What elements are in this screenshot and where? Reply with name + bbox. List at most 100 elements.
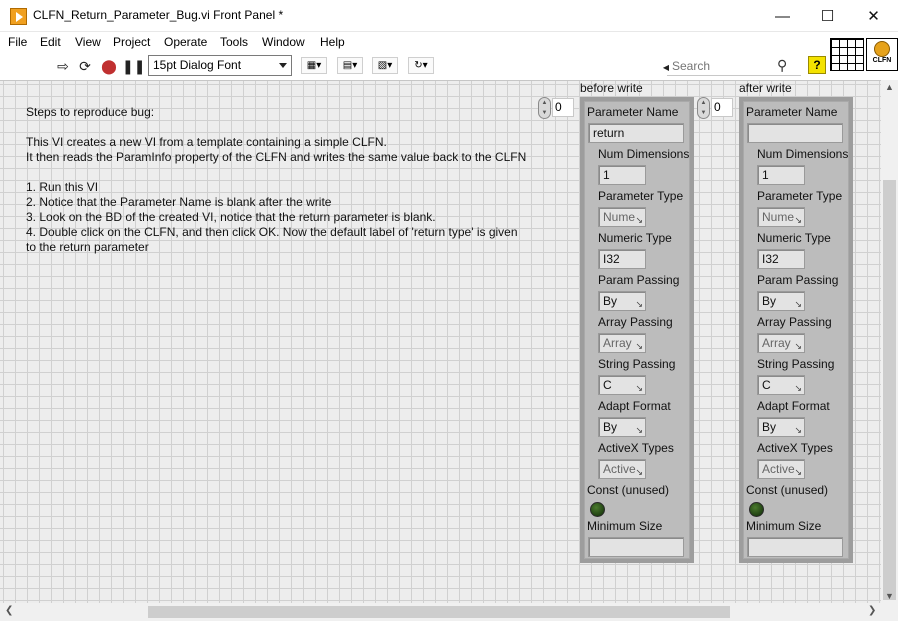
reorder-button[interactable]: ↻▾ — [408, 57, 434, 74]
adapt-format-label: Adapt Format — [757, 399, 830, 413]
param-passing-value: By — [762, 294, 777, 308]
vertical-scrollbar[interactable]: ▲ ▼ — [881, 80, 898, 603]
string-passing-enum[interactable]: C ↘ — [757, 375, 805, 395]
font-select[interactable]: 15pt Dialog Font — [148, 55, 292, 76]
distribute-objects-button[interactable]: ▤▾ — [337, 57, 363, 74]
parameter-type-label: Parameter Type — [598, 189, 684, 203]
instruction-line: to the return parameter — [26, 240, 149, 254]
enum-arrow-icon: ↘ — [635, 467, 643, 477]
paraminfo-cluster-before: Parameter Name return Num Dimensions 1 P… — [580, 97, 694, 563]
string-passing-value: C — [603, 378, 612, 392]
enum-arrow-icon: ↘ — [794, 215, 802, 225]
vertical-scroll-thumb[interactable] — [883, 180, 896, 600]
array-passing-enum[interactable]: Array ↘ — [598, 333, 646, 353]
scroll-left-icon[interactable]: ❮ — [5, 605, 13, 616]
resize-objects-button[interactable]: ▧▾ — [372, 57, 398, 74]
menu-edit[interactable]: Edit — [40, 35, 61, 49]
align-objects-button[interactable]: ▦▾ — [301, 57, 327, 74]
horizontal-scrollbar[interactable]: ❮ ❯ — [0, 603, 898, 621]
num-dimensions-field[interactable]: 1 — [757, 165, 805, 185]
numeric-type-field[interactable]: I32 — [598, 249, 646, 269]
parameter-type-enum[interactable]: Nume ↘ — [598, 207, 646, 227]
activex-types-enum[interactable]: Active ↘ — [598, 459, 646, 479]
menu-file[interactable]: File — [8, 35, 27, 49]
num-dimensions-label: Num Dimensions — [598, 147, 690, 161]
paraminfo-cluster-after: Parameter Name Num Dimensions 1 Paramete… — [739, 97, 853, 563]
const-led-indicator[interactable] — [590, 502, 605, 517]
index-value[interactable]: 0 — [711, 98, 733, 117]
menu-project[interactable]: Project — [113, 35, 150, 49]
instruction-line: 1. Run this VI — [26, 180, 99, 194]
activex-types-label: ActiveX Types — [598, 441, 674, 455]
menu-operate[interactable]: Operate — [164, 35, 207, 49]
run-icon[interactable]: ⇨ — [55, 58, 71, 74]
adapt-format-enum[interactable]: By ↘ — [598, 417, 646, 437]
menu-view[interactable]: View — [75, 35, 101, 49]
instruction-line: 4. Double click on the CLFN, and then cl… — [26, 225, 518, 239]
num-dimensions-field[interactable]: 1 — [598, 165, 646, 185]
array-passing-value: Array — [603, 336, 632, 350]
scroll-right-icon[interactable]: ❯ — [868, 605, 876, 616]
context-help-icon[interactable]: ? — [808, 56, 826, 74]
close-button[interactable]: ✕ — [851, 0, 896, 32]
array-passing-enum[interactable]: Array ↘ — [757, 333, 805, 353]
string-passing-enum[interactable]: C ↘ — [598, 375, 646, 395]
string-passing-label: String Passing — [598, 357, 676, 371]
menu-bar: File Edit View Project Operate Tools Win… — [0, 32, 830, 52]
cluster-label-before-write: before write — [580, 81, 643, 95]
run-continuously-icon[interactable]: ⟳ — [77, 58, 93, 74]
scroll-down-icon[interactable]: ▼ — [884, 591, 895, 601]
parameter-name-label: Parameter Name — [746, 105, 838, 119]
enum-arrow-icon: ↘ — [794, 425, 802, 435]
parameter-name-field[interactable] — [747, 123, 843, 143]
parameter-type-value: Nume — [603, 210, 636, 224]
minimum-size-label: Minimum Size — [587, 519, 663, 533]
menu-window[interactable]: Window — [262, 35, 305, 49]
array-index-before[interactable]: ▲ ▼ 0 — [538, 97, 574, 119]
connector-pane[interactable] — [830, 38, 864, 71]
instruction-line: Steps to reproduce bug: — [26, 105, 155, 119]
search-icon[interactable]: ⚲ — [777, 57, 787, 74]
minimize-button[interactable]: — — [760, 0, 805, 32]
index-spinner-icon[interactable]: ▲ ▼ — [538, 97, 551, 119]
const-label: Const (unused) — [746, 483, 829, 497]
horizontal-scroll-thumb[interactable] — [148, 606, 730, 618]
array-passing-label: Array Passing — [598, 315, 673, 329]
instructions-text: Steps to reproduce bug: This VI creates … — [26, 105, 536, 255]
instruction-line — [26, 120, 536, 135]
numeric-type-label: Numeric Type — [598, 231, 672, 245]
menu-tools[interactable]: Tools — [220, 35, 248, 49]
array-passing-label: Array Passing — [757, 315, 832, 329]
cluster-label-after-write: after write — [739, 81, 792, 95]
array-index-after[interactable]: ▲ ▼ 0 — [697, 97, 733, 119]
adapt-format-enum[interactable]: By ↘ — [757, 417, 805, 437]
menu-help[interactable]: Help — [320, 35, 345, 49]
array-passing-value: Array — [762, 336, 791, 350]
vi-icon[interactable]: CLFN — [866, 38, 898, 71]
enum-arrow-icon: ↘ — [794, 341, 802, 351]
pause-icon[interactable]: ❚❚ — [122, 58, 145, 74]
minimum-size-field[interactable] — [747, 537, 843, 557]
string-passing-value: C — [762, 378, 771, 392]
index-value[interactable]: 0 — [552, 98, 574, 117]
instruction-line: 3. Look on the BD of the created VI, not… — [26, 210, 436, 224]
maximize-button[interactable]: ☐ — [805, 0, 850, 32]
const-led-indicator[interactable] — [749, 502, 764, 517]
parameter-type-enum[interactable]: Nume ↘ — [757, 207, 805, 227]
index-spinner-icon[interactable]: ▲ ▼ — [697, 97, 710, 119]
param-passing-enum[interactable]: By ↘ — [757, 291, 805, 311]
param-passing-enum[interactable]: By ↘ — [598, 291, 646, 311]
param-passing-label: Param Passing — [757, 273, 839, 287]
numeric-type-label: Numeric Type — [757, 231, 831, 245]
minimum-size-field[interactable] — [588, 537, 684, 557]
const-label: Const (unused) — [587, 483, 670, 497]
parameter-name-field[interactable]: return — [588, 123, 684, 143]
scroll-up-icon[interactable]: ▲ — [884, 82, 895, 92]
string-passing-label: String Passing — [757, 357, 835, 371]
adapt-format-value: By — [603, 420, 618, 434]
instruction-line: This VI creates a new VI from a template… — [26, 135, 387, 149]
activex-types-value: Active — [603, 462, 636, 476]
activex-types-enum[interactable]: Active ↘ — [757, 459, 805, 479]
abort-icon[interactable]: ⬤ — [101, 58, 117, 74]
numeric-type-field[interactable]: I32 — [757, 249, 805, 269]
